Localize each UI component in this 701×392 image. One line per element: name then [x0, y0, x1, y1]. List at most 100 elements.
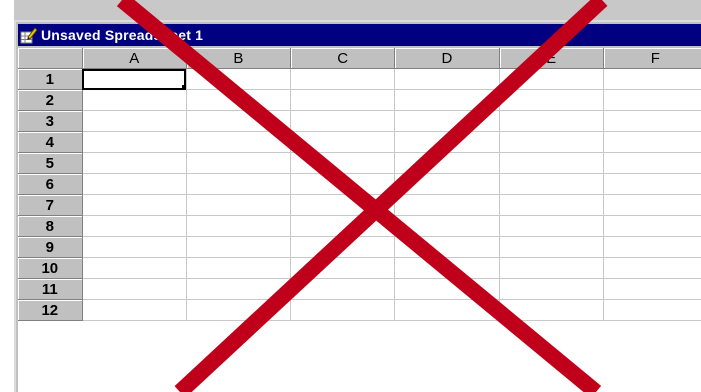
cell-c3[interactable] [290, 110, 396, 132]
fill-handle[interactable] [181, 85, 186, 89]
cell-a10[interactable] [82, 257, 187, 279]
select-all-corner[interactable] [18, 48, 83, 69]
cell-d10[interactable] [394, 257, 500, 279]
column-header-b[interactable]: B [186, 48, 292, 69]
sheet-row: 11 [18, 278, 701, 300]
row-header-9[interactable]: 9 [18, 236, 83, 258]
cell-b6[interactable] [186, 173, 292, 195]
cell-c7[interactable] [290, 194, 396, 216]
cell-d8[interactable] [394, 215, 500, 237]
column-header-d[interactable]: D [394, 48, 500, 69]
row-header-4[interactable]: 4 [18, 131, 83, 153]
cell-b9[interactable] [186, 236, 292, 258]
cell-b8[interactable] [186, 215, 292, 237]
cell-f11[interactable] [603, 278, 701, 300]
cell-d2[interactable] [394, 89, 500, 111]
sheet-row: 12 [18, 299, 701, 321]
column-header-f[interactable]: F [603, 48, 701, 69]
cell-a5[interactable] [82, 152, 187, 174]
cell-a11[interactable] [82, 278, 187, 300]
cell-d12[interactable] [394, 299, 500, 321]
cell-e3[interactable] [499, 110, 604, 132]
cell-c4[interactable] [290, 131, 396, 153]
row-header-12[interactable]: 12 [18, 299, 83, 321]
cell-c10[interactable] [290, 257, 396, 279]
cell-b11[interactable] [186, 278, 292, 300]
cell-b10[interactable] [186, 257, 292, 279]
cell-f12[interactable] [603, 299, 701, 321]
row-header-2[interactable]: 2 [18, 89, 83, 111]
sheet-row: 3 [18, 110, 701, 132]
row-header-5[interactable]: 5 [18, 152, 83, 174]
cell-a8[interactable] [82, 215, 187, 237]
row-header-10[interactable]: 10 [18, 257, 83, 279]
row-header-1[interactable]: 1 [18, 68, 83, 90]
cell-e6[interactable] [499, 173, 604, 195]
cell-b2[interactable] [186, 89, 292, 111]
cell-c9[interactable] [290, 236, 396, 258]
cell-b12[interactable] [186, 299, 292, 321]
cell-c12[interactable] [290, 299, 396, 321]
cell-e2[interactable] [499, 89, 604, 111]
cell-f4[interactable] [603, 131, 701, 153]
sheet-row: 7 [18, 194, 701, 216]
sheet-row: 6 [18, 173, 701, 195]
row-header-8[interactable]: 8 [18, 215, 83, 237]
cell-d9[interactable] [394, 236, 500, 258]
cell-b7[interactable] [186, 194, 292, 216]
cell-a12[interactable] [82, 299, 187, 321]
cell-e8[interactable] [499, 215, 604, 237]
cell-a3[interactable] [82, 110, 187, 132]
cell-f10[interactable] [603, 257, 701, 279]
cell-a2[interactable] [82, 89, 187, 111]
cell-e10[interactable] [499, 257, 604, 279]
cell-f7[interactable] [603, 194, 701, 216]
cell-a6[interactable] [82, 173, 187, 195]
cell-e12[interactable] [499, 299, 604, 321]
left-margin [0, 0, 14, 392]
cell-f1[interactable] [603, 68, 701, 90]
cell-d6[interactable] [394, 173, 500, 195]
cell-b3[interactable] [186, 110, 292, 132]
column-header-a[interactable]: A [82, 48, 187, 69]
cell-e4[interactable] [499, 131, 604, 153]
cell-c6[interactable] [290, 173, 396, 195]
row-header-11[interactable]: 11 [18, 278, 83, 300]
cell-f6[interactable] [603, 173, 701, 195]
cell-b1[interactable] [186, 68, 292, 90]
cell-a4[interactable] [82, 131, 187, 153]
row-header-6[interactable]: 6 [18, 173, 83, 195]
cell-f2[interactable] [603, 89, 701, 111]
cell-a1[interactable] [82, 68, 187, 90]
title-bar[interactable]: Unsaved Spreadsheet 1 [18, 24, 701, 46]
cell-d3[interactable] [394, 110, 500, 132]
cell-e7[interactable] [499, 194, 604, 216]
cell-c1[interactable] [290, 68, 396, 90]
cell-f3[interactable] [603, 110, 701, 132]
cell-c11[interactable] [290, 278, 396, 300]
cell-e11[interactable] [499, 278, 604, 300]
row-header-7[interactable]: 7 [18, 194, 83, 216]
cell-d1[interactable] [394, 68, 500, 90]
cell-c5[interactable] [290, 152, 396, 174]
cell-d7[interactable] [394, 194, 500, 216]
cell-e5[interactable] [499, 152, 604, 174]
cell-e9[interactable] [499, 236, 604, 258]
cell-f5[interactable] [603, 152, 701, 174]
cell-c2[interactable] [290, 89, 396, 111]
cell-c8[interactable] [290, 215, 396, 237]
cell-b4[interactable] [186, 131, 292, 153]
cell-d4[interactable] [394, 131, 500, 153]
cell-a9[interactable] [82, 236, 187, 258]
cell-e1[interactable] [499, 68, 604, 90]
cell-f9[interactable] [603, 236, 701, 258]
cell-b5[interactable] [186, 152, 292, 174]
cell-f8[interactable] [603, 215, 701, 237]
column-header-e[interactable]: E [499, 48, 604, 69]
cell-a7[interactable] [82, 194, 187, 216]
row-header-3[interactable]: 3 [18, 110, 83, 132]
column-header-c[interactable]: C [290, 48, 396, 69]
cell-d5[interactable] [394, 152, 500, 174]
sheet-row: 8 [18, 215, 701, 237]
cell-d11[interactable] [394, 278, 500, 300]
